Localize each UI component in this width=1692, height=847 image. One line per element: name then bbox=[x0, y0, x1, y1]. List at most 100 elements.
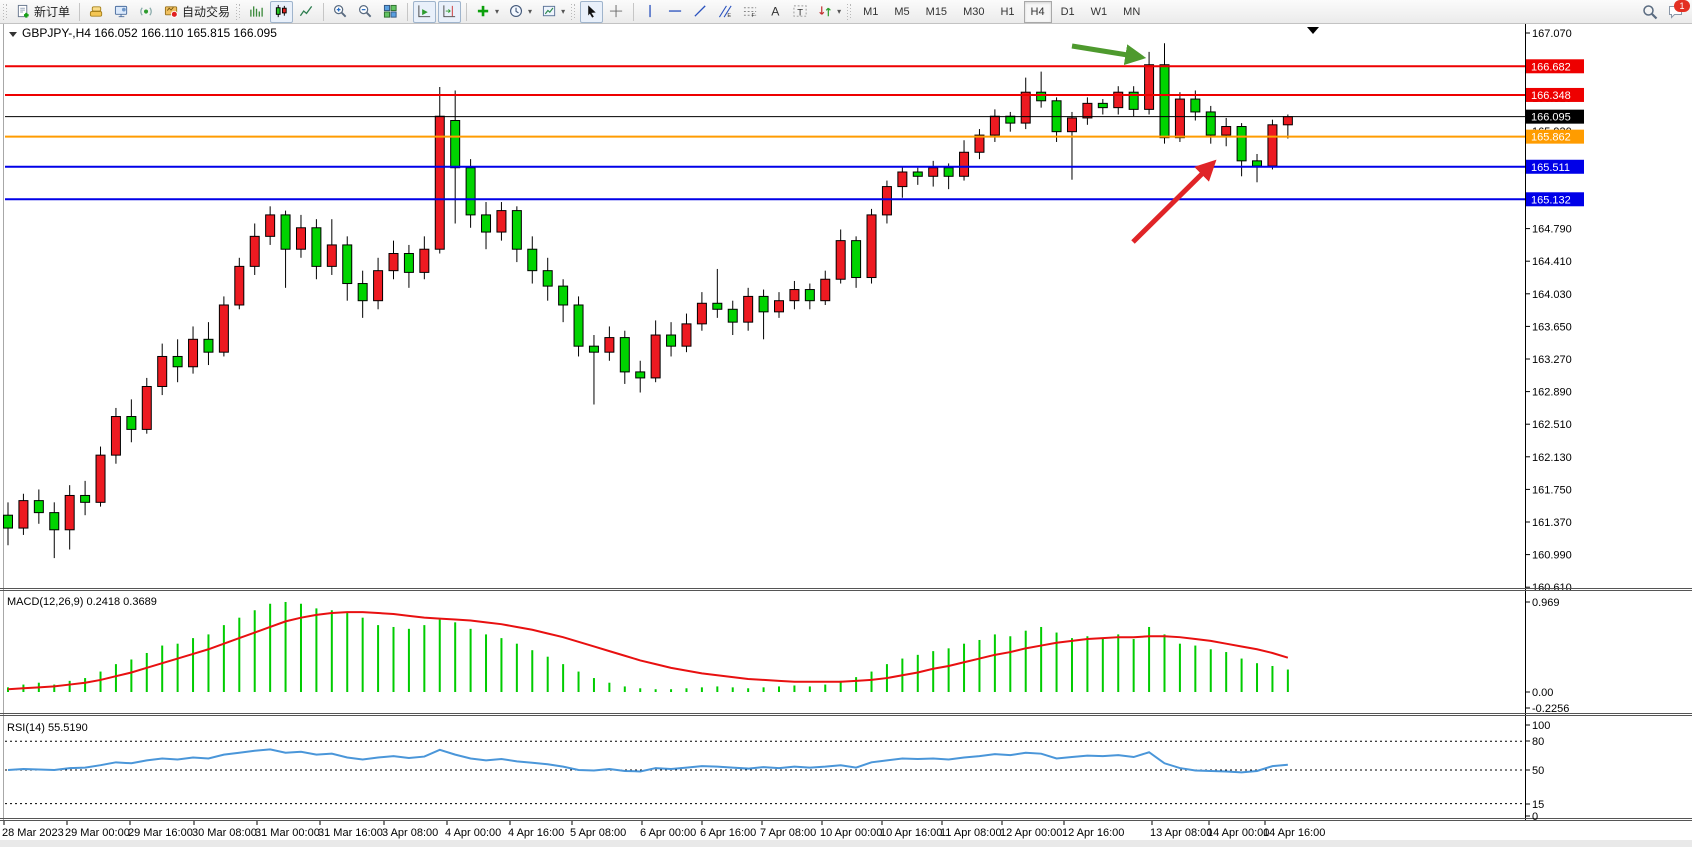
macd-histogram-bar bbox=[408, 629, 410, 692]
timeframe-button-m1[interactable]: M1 bbox=[856, 1, 885, 23]
horizontal-line-button[interactable] bbox=[664, 1, 687, 23]
timeframe-button-h1[interactable]: H1 bbox=[993, 1, 1021, 23]
chart-shift-button[interactable] bbox=[438, 1, 461, 23]
price-tick-label: 162.130 bbox=[1532, 452, 1572, 464]
cursor-button[interactable] bbox=[580, 1, 603, 23]
candle-body bbox=[697, 303, 706, 324]
macd-histogram-bar bbox=[716, 686, 718, 692]
candle-body bbox=[960, 152, 969, 176]
macd-histogram-bar bbox=[1025, 631, 1027, 692]
linechart-icon bbox=[299, 4, 314, 19]
gold-icon bbox=[89, 4, 104, 19]
price-tick-label: 163.650 bbox=[1532, 321, 1572, 333]
timeframe-button-m15[interactable]: M15 bbox=[919, 1, 954, 23]
price-tick-label: 163.270 bbox=[1532, 354, 1572, 366]
price-tick-label: 160.990 bbox=[1532, 550, 1572, 562]
macd-histogram-bar bbox=[778, 686, 780, 692]
arrows-button[interactable]: ▾ bbox=[814, 1, 845, 23]
zoom-out-button[interactable] bbox=[354, 1, 377, 23]
macd-histogram-bar bbox=[269, 604, 271, 692]
candle-body bbox=[636, 372, 645, 378]
candle-body bbox=[374, 271, 383, 301]
macd-histogram-bar bbox=[593, 678, 595, 692]
macd-histogram-bar bbox=[500, 638, 502, 692]
candle-body bbox=[1098, 103, 1107, 107]
chart-window[interactable]: GBPJPY-,H4 166.052 166.110 165.815 166.0… bbox=[0, 24, 1692, 847]
indicators-button[interactable]: ▾ bbox=[472, 1, 503, 23]
macd-histogram-bar bbox=[161, 646, 163, 692]
templates-button[interactable]: ▾ bbox=[538, 1, 569, 23]
text-button[interactable]: A bbox=[764, 1, 787, 23]
chevron-down-icon: ▾ bbox=[561, 7, 565, 16]
timeframe-button-m5[interactable]: M5 bbox=[887, 1, 916, 23]
cursor-icon bbox=[584, 4, 599, 19]
candle-body bbox=[158, 356, 167, 386]
date-label: 28 Mar 2023 bbox=[2, 827, 64, 839]
toolbar-grip[interactable] bbox=[3, 4, 8, 20]
navigator-button[interactable] bbox=[135, 1, 158, 23]
macd-histogram-bar bbox=[655, 689, 657, 692]
toolbar-grip[interactable] bbox=[847, 4, 852, 20]
macd-histogram-bar bbox=[578, 672, 580, 692]
fibonacci-button[interactable]: F bbox=[739, 1, 762, 23]
timeframe-button-w1[interactable]: W1 bbox=[1084, 1, 1115, 23]
equidistant-channel-button[interactable]: E bbox=[714, 1, 737, 23]
macd-histogram-bar bbox=[1210, 649, 1212, 692]
price-badge-label: 165.132 bbox=[1531, 194, 1571, 206]
clock-icon bbox=[509, 4, 524, 19]
timeframe-button-d1[interactable]: D1 bbox=[1054, 1, 1082, 23]
line-chart-button[interactable] bbox=[295, 1, 318, 23]
timeframe-button-mn[interactable]: MN bbox=[1116, 1, 1147, 23]
macd-histogram-bar bbox=[470, 629, 472, 692]
toolbar-grip[interactable] bbox=[571, 4, 576, 20]
crosshair-button[interactable] bbox=[605, 1, 628, 23]
arrows-icon bbox=[818, 4, 833, 19]
auto-scroll-button[interactable] bbox=[413, 1, 436, 23]
search-button[interactable] bbox=[1642, 4, 1658, 20]
macd-histogram-bar bbox=[994, 634, 996, 692]
macd-histogram-bar bbox=[315, 608, 317, 692]
macd-histogram-bar bbox=[747, 688, 749, 692]
price-tick-label: 161.370 bbox=[1532, 517, 1572, 529]
chart-canvas[interactable]: GBPJPY-,H4 166.052 166.110 165.815 166.0… bbox=[0, 24, 1692, 847]
macd-histogram-bar bbox=[146, 653, 148, 692]
vertical-line-button[interactable] bbox=[639, 1, 662, 23]
new-order-button[interactable]: 新订单 bbox=[12, 1, 74, 23]
macd-histogram-bar bbox=[254, 610, 256, 692]
notifications-button[interactable]: 1 bbox=[1668, 4, 1684, 20]
timeframe-button-h4[interactable]: H4 bbox=[1024, 1, 1052, 23]
timeframe-button-m30[interactable]: M30 bbox=[956, 1, 991, 23]
macd-histogram-bar bbox=[670, 689, 672, 692]
date-label: 29 Mar 16:00 bbox=[128, 827, 193, 839]
price-tick-label: 161.750 bbox=[1532, 484, 1572, 496]
price-tick-label: 162.890 bbox=[1532, 387, 1572, 399]
candle-body bbox=[975, 135, 984, 152]
candle-body bbox=[204, 339, 213, 352]
data-window-button[interactable] bbox=[110, 1, 133, 23]
candle-body bbox=[1145, 65, 1154, 110]
text-label-button[interactable]: T bbox=[789, 1, 812, 23]
trendline-button[interactable] bbox=[689, 1, 712, 23]
candle-body bbox=[713, 303, 722, 309]
date-label: 6 Apr 00:00 bbox=[640, 827, 696, 839]
market-watch-button[interactable] bbox=[85, 1, 108, 23]
macd-histogram-bar bbox=[1133, 639, 1135, 692]
svg-text:A: A bbox=[771, 5, 780, 19]
candle-body bbox=[1083, 103, 1092, 118]
tile-windows-button[interactable] bbox=[379, 1, 402, 23]
bars-icon bbox=[249, 4, 264, 19]
candle-body bbox=[497, 211, 506, 232]
rsi-tick-label: 80 bbox=[1532, 736, 1544, 748]
date-label: 29 Mar 00:00 bbox=[65, 827, 130, 839]
rsi-tick-label: 15 bbox=[1532, 799, 1544, 811]
macd-histogram-bar bbox=[963, 644, 965, 692]
candle-body bbox=[96, 455, 105, 502]
zoom-in-button[interactable] bbox=[329, 1, 352, 23]
autotrading-button[interactable]: 自动交易 bbox=[160, 1, 234, 23]
macd-histogram-bar bbox=[207, 634, 209, 692]
periods-button[interactable]: ▾ bbox=[505, 1, 536, 23]
macd-histogram-bar bbox=[1009, 636, 1011, 692]
bar-chart-button[interactable] bbox=[245, 1, 268, 23]
candlestick-chart-button[interactable] bbox=[270, 1, 293, 23]
toolbar-grip[interactable] bbox=[236, 4, 241, 20]
